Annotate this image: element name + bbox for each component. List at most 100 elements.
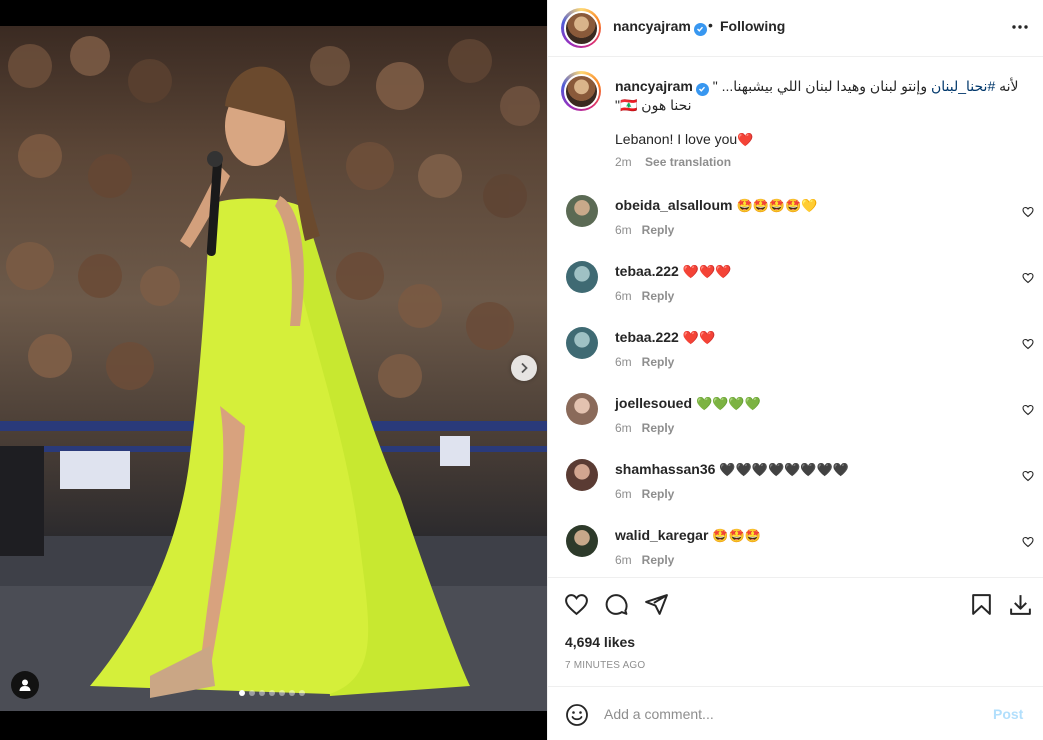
save-button[interactable] [969, 592, 994, 620]
comment-row: obeida_alsalloum 🤩🤩🤩🤩💛 6m Reply [548, 195, 1043, 255]
heart-icon [565, 594, 588, 616]
commenter-username[interactable]: tebaa.222 [615, 263, 679, 279]
post-timestamp: 7 MINUTES AGO [565, 660, 646, 671]
see-translation-button[interactable]: See translation [645, 155, 731, 169]
caption-author-avatar[interactable] [561, 71, 601, 111]
commenter-username[interactable]: joellesoued [615, 395, 692, 411]
comment-row: tebaa.222 ❤️❤️ 6m Reply [548, 327, 1043, 387]
carousel-dot [289, 690, 295, 696]
reply-button[interactable]: Reply [642, 553, 675, 567]
author-avatar[interactable] [561, 8, 601, 48]
carousel-dot [249, 690, 255, 696]
post-photo[interactable] [0, 26, 547, 711]
carousel-dot [269, 690, 275, 696]
carousel-dot [299, 690, 305, 696]
caption-english-text: Lebanon! I love you [615, 131, 738, 147]
post-comment-button[interactable]: Post [993, 706, 1023, 722]
verified-badge-icon [693, 22, 707, 36]
caption-author[interactable]: nancyajram [615, 78, 693, 94]
commenter-username[interactable]: shamhassan36 [615, 461, 715, 477]
comment-row: tebaa.222 ❤️❤️❤️ 6m Reply [548, 261, 1043, 321]
heart-icon [1022, 536, 1034, 548]
comment-button[interactable] [604, 592, 629, 620]
caption: nancyajram " لأنه #نحنا_لبنان وإنتو لبنا… [615, 77, 1025, 114]
caption-heart-emoji: ❤️ [737, 132, 754, 147]
comment-like-button[interactable] [1022, 205, 1034, 221]
caption-meta: 2m See translation [615, 155, 731, 169]
post-media-pane [0, 0, 547, 740]
heart-icon [1022, 338, 1034, 350]
comment-row: shamhassan36 🖤🖤🖤🖤🖤🖤🖤🖤 6m Reply [548, 459, 1043, 519]
commenter-username[interactable]: obeida_alsalloum [615, 197, 732, 213]
caption-quote-open: " [712, 78, 718, 94]
commenter-avatar[interactable] [566, 393, 598, 425]
concert-photo-illustration [0, 36, 547, 711]
reply-button[interactable]: Reply [642, 223, 675, 237]
commenter-avatar[interactable] [566, 261, 598, 293]
comment-time: 6m [615, 289, 632, 303]
likes-count[interactable]: 4,694 likes [565, 634, 635, 650]
heart-icon [1022, 404, 1034, 416]
comment-text: ❤️❤️ [682, 330, 716, 345]
comment-text: ❤️❤️❤️ [682, 264, 732, 279]
caption-arabic-text: لأنه #نحنا_لبنان وإنتو لبنان وهيدا لبنان… [721, 78, 1019, 94]
bookmark-icon [972, 594, 991, 615]
comment-text: 💚💚💚💚 [696, 396, 761, 411]
like-button[interactable] [564, 592, 589, 620]
caption-arabic-text-line2: نحنا هون 🇱🇧" [615, 96, 692, 113]
share-button[interactable] [644, 592, 669, 620]
author-username[interactable]: nancyajram [613, 18, 707, 36]
comment-text: 🤩🤩🤩 [712, 528, 761, 543]
heart-icon [1022, 470, 1034, 482]
carousel-dot [279, 690, 285, 696]
comment-like-button[interactable] [1022, 271, 1034, 287]
carousel-indicators [239, 690, 305, 696]
carousel-next-button[interactable] [511, 355, 537, 381]
reply-button[interactable]: Reply [642, 289, 675, 303]
user-tag-icon [19, 679, 31, 691]
author-username-text[interactable]: nancyajram [613, 18, 691, 34]
commenter-username[interactable]: tebaa.222 [615, 329, 679, 345]
commenter-username[interactable]: walid_karegar [615, 527, 708, 543]
commenter-avatar[interactable] [566, 459, 598, 491]
comment-row: walid_karegar 🤩🤩🤩 6m Reply [548, 525, 1043, 577]
download-icon [1010, 595, 1031, 615]
caption-english: Lebanon! I love you❤️ [615, 131, 753, 147]
comment-time: 6m [615, 223, 632, 237]
commenter-avatar[interactable] [566, 525, 598, 557]
emoji-picker-button[interactable] [565, 703, 589, 730]
emoji-icon [566, 704, 588, 726]
heart-icon [1022, 206, 1034, 218]
comment-time: 6m [615, 487, 632, 501]
comment-text: 🖤🖤🖤🖤🖤🖤🖤🖤 [719, 462, 849, 477]
following-button[interactable]: Following [720, 18, 785, 34]
heart-icon [1022, 272, 1034, 284]
comment-time: 6m [615, 553, 632, 567]
chevron-right-icon [521, 362, 528, 374]
share-icon [645, 594, 668, 615]
comment-like-button[interactable] [1022, 403, 1034, 419]
comment-icon [605, 594, 628, 615]
comment-like-button[interactable] [1022, 469, 1034, 485]
comment-row: joellesoued 💚💚💚💚 6m Reply [548, 393, 1043, 453]
reply-button[interactable]: Reply [642, 355, 675, 369]
caption-time: 2m [615, 155, 632, 169]
carousel-dot [239, 690, 245, 696]
comment-like-button[interactable] [1022, 337, 1034, 353]
commenter-avatar[interactable] [566, 327, 598, 359]
download-button[interactable] [1008, 592, 1033, 620]
reply-button[interactable]: Reply [642, 487, 675, 501]
comment-like-button[interactable] [1022, 535, 1034, 551]
tagged-users-button[interactable] [11, 671, 39, 699]
caption-hashtag-link[interactable]: #نحنا_لبنان [931, 78, 995, 94]
add-comment-input[interactable] [604, 704, 964, 724]
carousel-dot [259, 690, 265, 696]
post-details-pane: nancyajram • Following nancyajram " لأنه… [547, 0, 1043, 740]
comments-list: nancyajram " لأنه #نحنا_لبنان وإنتو لبنا… [548, 58, 1043, 577]
more-options-icon [1012, 25, 1028, 29]
more-options-button[interactable] [1010, 17, 1030, 40]
commenter-avatar[interactable] [566, 195, 598, 227]
reply-button[interactable]: Reply [642, 421, 675, 435]
post-header: nancyajram • Following [548, 0, 1043, 57]
comment-time: 6m [615, 421, 632, 435]
